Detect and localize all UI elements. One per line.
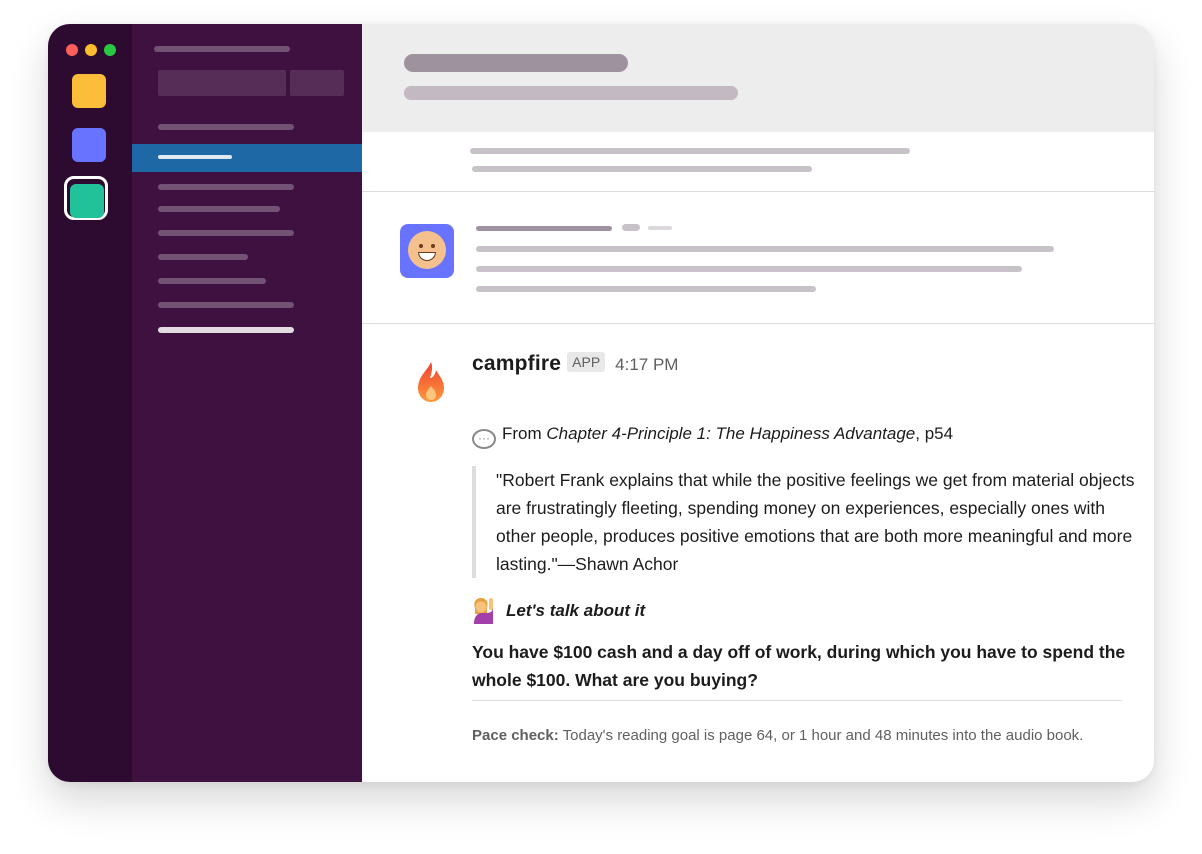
flame-icon[interactable] xyxy=(414,360,448,404)
sidebar-search-placeholder[interactable] xyxy=(158,70,286,96)
message-timestamp[interactable]: 4:17 PM xyxy=(615,355,678,374)
zoom-window-button[interactable] xyxy=(104,44,116,56)
smiling-face-icon[interactable] xyxy=(400,224,454,278)
window-controls xyxy=(66,44,116,56)
talk-label: Let's talk about it xyxy=(506,601,646,620)
message-divider xyxy=(362,323,1154,324)
sidebar-title-placeholder xyxy=(154,46,290,52)
sidebar-item[interactable] xyxy=(158,302,294,308)
sidebar-item[interactable] xyxy=(158,206,280,212)
message-divider xyxy=(362,191,1154,192)
close-window-button[interactable] xyxy=(66,44,78,56)
sidebar-item[interactable] xyxy=(158,184,294,190)
header-subtitle-placeholder xyxy=(404,86,738,100)
message-text-placeholder xyxy=(476,286,816,292)
app-badge: APP xyxy=(567,352,606,372)
channel-header xyxy=(362,24,1154,132)
discussion-question: You have $100 cash and a day off of work… xyxy=(472,642,1126,690)
sidebar-compose-placeholder[interactable] xyxy=(290,70,344,96)
campfire-message: campfire APP 4:17 PM ··· From Chapter 4-Pri… xyxy=(472,352,1134,744)
app-window: campfire APP 4:17 PM ··· From Chapter 4-Pri… xyxy=(48,24,1154,782)
sidebar-item[interactable] xyxy=(158,254,248,260)
sidebar-item-active-label xyxy=(158,155,232,159)
workspace-blue[interactable] xyxy=(72,128,106,162)
main-pane: campfire APP 4:17 PM ··· From Chapter 4-Pri… xyxy=(362,24,1154,782)
source-prefix: From xyxy=(502,424,547,443)
workspace-rail xyxy=(48,24,132,782)
source-line: ··· From Chapter 4-Principle 1: The Happi… xyxy=(472,424,953,449)
header-title-placeholder xyxy=(404,54,628,72)
sidebar-item[interactable] xyxy=(158,124,294,130)
sender-name-placeholder xyxy=(476,226,612,231)
smile xyxy=(418,252,436,261)
message-text-placeholder xyxy=(470,148,910,154)
pace-check: Pace check: Today's reading goal is page… xyxy=(472,722,1112,750)
book-quote: "Robert Frank explains that while the po… xyxy=(472,466,1146,578)
eye xyxy=(431,244,435,248)
message-text-placeholder xyxy=(472,166,812,172)
workspace-green[interactable] xyxy=(70,184,104,218)
talk-heading: Let's talk about it xyxy=(472,596,645,624)
source-suffix: , p54 xyxy=(915,424,954,443)
pace-label: Pace check: xyxy=(472,727,559,744)
sender-name[interactable]: campfire xyxy=(472,352,561,375)
eye xyxy=(419,244,423,248)
time-placeholder xyxy=(648,226,672,230)
face-shape xyxy=(408,231,446,269)
badge-placeholder xyxy=(622,224,640,231)
message-text-placeholder xyxy=(476,266,1022,272)
speech-bubble-icon: ··· xyxy=(472,429,496,449)
channel-sidebar xyxy=(132,24,362,782)
section-divider xyxy=(472,700,1122,701)
sidebar-item[interactable] xyxy=(158,278,266,284)
message-header: campfire APP 4:17 PM xyxy=(472,352,1132,376)
minimize-window-button[interactable] xyxy=(85,44,97,56)
source-title: Chapter 4-Principle 1: The Happiness Adv… xyxy=(546,424,916,443)
pace-text: Today's reading goal is page 64, or 1 ho… xyxy=(558,727,1084,744)
person-raising-hand-icon xyxy=(472,596,496,624)
workspace-yellow[interactable] xyxy=(72,74,106,108)
sidebar-item[interactable] xyxy=(158,230,294,236)
sidebar-item[interactable] xyxy=(158,327,294,333)
message-text-placeholder xyxy=(476,246,1054,252)
